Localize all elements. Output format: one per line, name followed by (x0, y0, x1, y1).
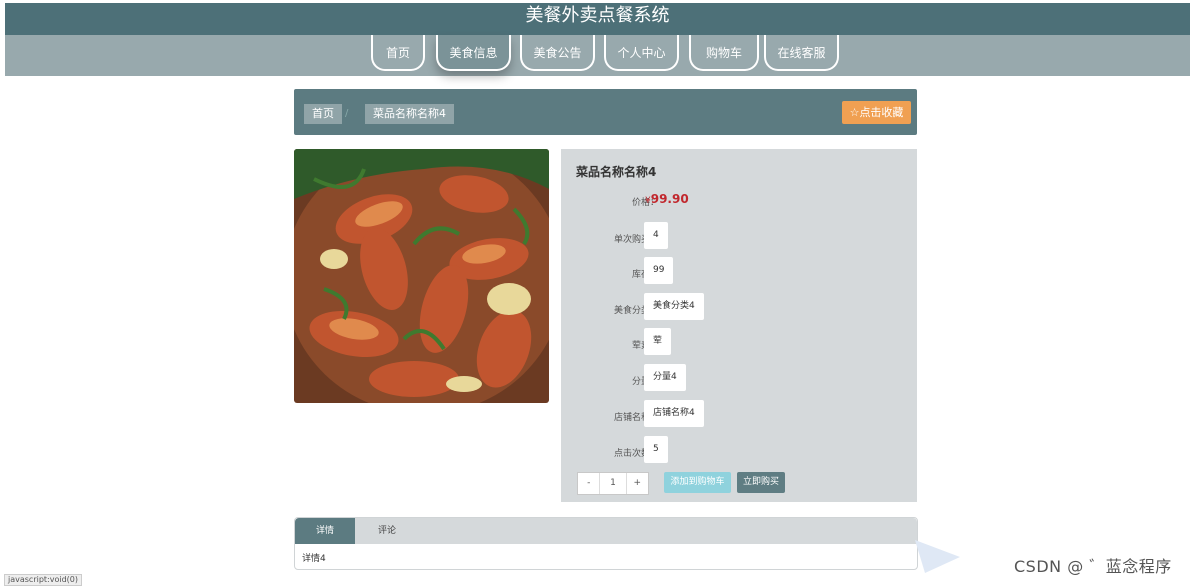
app-title: 美餐外卖点餐系统 (525, 5, 670, 26)
watermark: CSDN @ ゛蓝念程序 (1014, 557, 1172, 576)
field-value-shop-name: 店铺名称4 (644, 400, 704, 427)
decorative-shape (915, 540, 960, 573)
quantity-decrement-button[interactable]: - (578, 473, 599, 494)
tab-details[interactable]: 详情 (295, 518, 355, 544)
add-to-cart-button[interactable]: 添加到购物车 (664, 472, 731, 493)
product-info-panel: 菜品名称名称4 价格： ¥99.90 单次购买： 4 库存： 99 美食分类： … (561, 149, 917, 502)
nav-item-food-info[interactable]: 美食信息 (436, 35, 511, 71)
field-value-category: 美食分类4 (644, 293, 704, 320)
detail-tabs: 详情 评论 详情4 (294, 517, 918, 570)
nav-item-food-notice[interactable]: 美食公告 (520, 35, 595, 71)
tab-content: 详情4 (302, 554, 326, 564)
field-value-meat-veg: 荤 (644, 328, 672, 355)
quantity-stepper: - 1 + (577, 472, 649, 495)
tabs-header: 详情 评论 (295, 518, 917, 544)
nav-item-online-service[interactable]: 在线客服 (764, 35, 839, 71)
product-image (294, 149, 549, 403)
field-value-click-count: 5 (644, 436, 668, 463)
nav-item-cart[interactable]: 购物车 (689, 35, 759, 71)
breadcrumb: 首页 / 菜品名称名称4 (294, 89, 917, 135)
breadcrumb-home[interactable]: 首页 (304, 104, 342, 124)
quantity-input[interactable]: 1 (599, 473, 627, 494)
status-bar-link-preview: javascript:void(0) (4, 574, 83, 586)
breadcrumb-current: 菜品名称名称4 (365, 104, 454, 124)
star-outline-icon: ☆ (849, 106, 860, 119)
price-value: ¥99.90 (645, 192, 689, 206)
favorite-button[interactable]: ☆点击收藏 (842, 101, 911, 124)
main-nav: 首页 美食信息 美食公告 个人中心 购物车 在线客服 (5, 35, 1190, 76)
app-title-bar: 美餐外卖点餐系统 (5, 3, 1190, 35)
quantity-increment-button[interactable]: + (627, 473, 648, 494)
field-value-purchase-limit: 4 (644, 222, 668, 249)
price-amount: 99.90 (650, 192, 689, 206)
field-value-portion: 分量4 (644, 364, 686, 391)
favorite-button-label: 点击收藏 (859, 106, 904, 119)
nav-item-home[interactable]: 首页 (371, 35, 425, 71)
breadcrumb-separator: / (345, 108, 349, 119)
buy-now-button[interactable]: 立即购买 (737, 472, 785, 493)
tab-comments[interactable]: 评论 (357, 518, 417, 544)
nav-item-personal-center[interactable]: 个人中心 (604, 35, 679, 71)
product-name: 菜品名称名称4 (576, 165, 657, 179)
field-value-stock: 99 (644, 257, 674, 284)
